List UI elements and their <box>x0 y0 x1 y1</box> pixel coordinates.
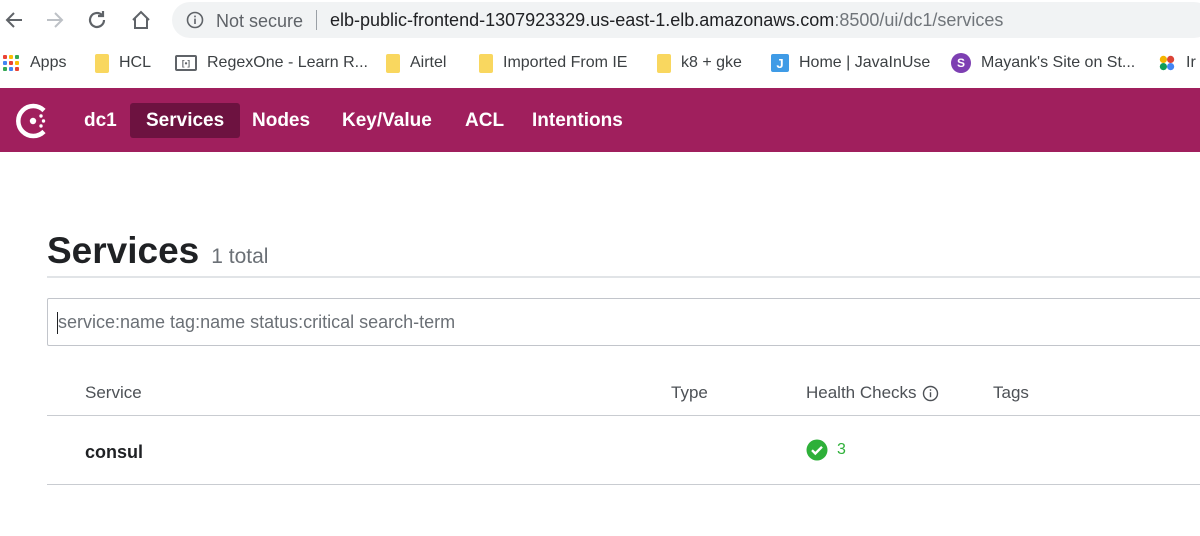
datacenter-selector[interactable]: dc1 <box>68 103 133 138</box>
reload-icon[interactable] <box>83 6 111 34</box>
consul-top-nav: dc1 Services Nodes Key/Value ACL Intenti… <box>0 88 1200 152</box>
check-circle-icon <box>806 439 828 461</box>
search-input[interactable] <box>58 299 1158 345</box>
column-header-tags[interactable]: Tags <box>993 383 1029 403</box>
j-icon: J <box>771 54 789 72</box>
table-header-divider <box>47 415 1200 416</box>
column-header-service[interactable]: Service <box>85 383 142 403</box>
column-header-type[interactable]: Type <box>671 383 708 403</box>
address-bar[interactable]: Not secure elb-public-frontend-130792332… <box>172 2 1200 38</box>
folder-icon <box>95 53 109 73</box>
browser-toolbar: Not secure elb-public-frontend-130792332… <box>0 0 1200 40</box>
page-heading: Services 1 total <box>47 230 268 272</box>
bookmark-label: Airtel <box>410 54 447 71</box>
url-host: elb-public-frontend-1307923329.us-east-1… <box>330 10 835 30</box>
url-text[interactable]: elb-public-frontend-1307923329.us-east-1… <box>330 10 1003 31</box>
bookmark-apps[interactable]: Apps <box>2 52 66 74</box>
bookmark-label: Ir <box>1186 54 1196 71</box>
nav-nodes[interactable]: Nodes <box>236 103 326 138</box>
bookmark-airtel[interactable]: Airtel <box>386 52 446 74</box>
text-caret <box>57 312 58 334</box>
bookmark-label: Mayank's Site on St... <box>981 54 1136 71</box>
apps-grid-icon <box>2 54 20 72</box>
folder-icon <box>657 53 671 73</box>
bookmark-label: Imported From IE <box>503 54 628 71</box>
health-checks-cell: 3 <box>806 439 846 461</box>
url-separator <box>316 10 317 30</box>
forward-arrow-icon[interactable] <box>41 6 69 34</box>
bookmark-label: Home | JavaInUse <box>799 54 931 71</box>
search-box[interactable] <box>47 298 1200 346</box>
bookmark-label: RegexOne - Learn R... <box>207 54 368 71</box>
services-count: 1 total <box>211 245 269 268</box>
bookmarks-bar: Apps HCL [•] RegexOne - Learn R... Airte… <box>0 44 1200 82</box>
nav-key-value[interactable]: Key/Value <box>326 103 448 138</box>
back-arrow-icon[interactable] <box>0 6 28 34</box>
bookmark-label: k8 + gke <box>681 54 742 71</box>
bookmark-label: Apps <box>30 54 67 71</box>
info-icon[interactable] <box>922 385 939 402</box>
table-row-divider <box>47 484 1200 485</box>
colorful-dots-icon <box>1159 55 1175 71</box>
url-path: :8500/ui/dc1/services <box>834 10 1004 30</box>
security-status-text: Not secure <box>216 11 304 31</box>
nav-services[interactable]: Services <box>130 103 241 138</box>
bookmark-regexone[interactable]: [•] RegexOne - Learn R... <box>175 52 368 74</box>
heading-divider <box>47 276 1200 278</box>
service-name-cell[interactable]: consul <box>85 442 143 463</box>
bookmark-imported-from-ie[interactable]: Imported From IE <box>479 52 627 74</box>
info-icon[interactable] <box>186 11 204 29</box>
health-checks-label: Health Checks <box>806 383 917 402</box>
bookmark-javainuse[interactable]: J Home | JavaInUse <box>771 52 930 74</box>
bookmark-k8-gke[interactable]: k8 + gke <box>657 52 742 74</box>
page-title: Services <box>47 230 200 271</box>
film-icon: [•] <box>175 55 197 71</box>
nav-acl[interactable]: ACL <box>449 103 520 138</box>
bookmark-hcl[interactable]: HCL <box>95 52 151 74</box>
bookmark-truncated[interactable]: Ir <box>1158 52 1196 74</box>
passing-checks-count: 3 <box>837 441 846 458</box>
home-icon[interactable] <box>127 6 155 34</box>
bookmark-label: HCL <box>119 54 152 71</box>
folder-icon <box>386 53 400 73</box>
s-icon: S <box>951 53 971 73</box>
nav-intentions[interactable]: Intentions <box>516 103 639 138</box>
folder-icon <box>479 53 493 73</box>
consul-logo-icon[interactable] <box>14 102 52 140</box>
column-header-health-checks[interactable]: Health Checks <box>806 383 939 403</box>
bookmark-mayank-site[interactable]: S Mayank's Site on St... <box>951 52 1135 74</box>
